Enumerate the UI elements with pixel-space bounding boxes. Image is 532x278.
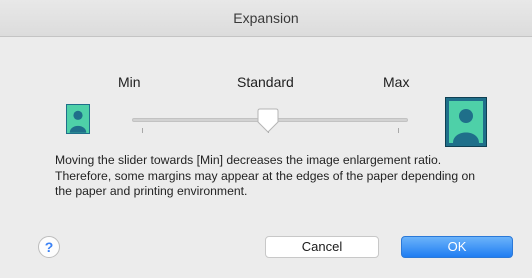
- min-label: Min: [118, 74, 141, 90]
- person-portrait-large-icon: [445, 97, 487, 147]
- standard-label: Standard: [237, 74, 294, 90]
- max-label: Max: [383, 74, 410, 90]
- person-portrait-small-icon: [66, 104, 90, 134]
- ok-button[interactable]: OK: [401, 236, 513, 258]
- expansion-dialog: Expansion Min Standard Max Moving the sl…: [0, 0, 532, 278]
- slider-tick-min: [142, 128, 143, 133]
- explanation-text: Moving the slider towards [Min] decrease…: [55, 153, 476, 198]
- slider-thumb[interactable]: [256, 108, 280, 134]
- expansion-slider[interactable]: [132, 108, 408, 138]
- slider-tick-max: [398, 128, 399, 133]
- help-button[interactable]: ?: [38, 236, 60, 258]
- slider-labels: Min Standard Max: [0, 74, 532, 92]
- cancel-button[interactable]: Cancel: [265, 236, 379, 258]
- window-title: Expansion: [0, 0, 532, 37]
